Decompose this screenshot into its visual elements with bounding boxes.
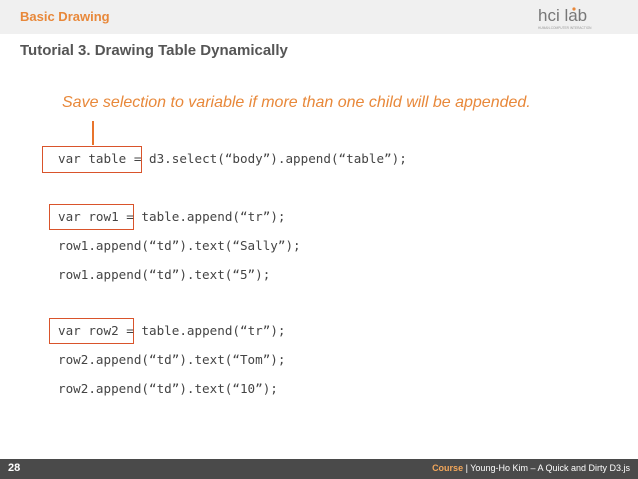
code-line-1: var table = d3.select(“body”).append(“ta… (58, 151, 407, 166)
slide-title: Tutorial 3. Drawing Table Dynamically (20, 42, 288, 59)
code-line-3: row1.append(“td”).text(“Sally”); (58, 238, 301, 253)
code-rest: = d3.select(“body”).append(“table”); (126, 151, 407, 166)
svg-text:hci lab: hci lab (538, 6, 587, 25)
hci-lab-logo: hci lab HUMAN-COMPUTER INTERACTION (538, 6, 592, 30)
code-var: var row2 (58, 323, 119, 338)
page-number: 28 (8, 462, 21, 474)
code-line-6: row2.append(“td”).text(“Tom”); (58, 352, 286, 367)
footer-bar: 28 Course | Young-Ho Kim – A Quick and D… (0, 459, 638, 479)
svg-text:HUMAN-COMPUTER INTERACTION: HUMAN-COMPUTER INTERACTION (538, 26, 592, 30)
note-text: Save selection to variable if more than … (62, 94, 531, 111)
code-rest: = table.append(“tr”); (118, 323, 286, 338)
course-info: Course | Young-Ho Kim – A Quick and Dirt… (432, 463, 630, 473)
course-detail: | Young-Ho Kim – A Quick and Dirty D3.js (463, 463, 630, 473)
code-rest: = table.append(“tr”); (118, 209, 286, 224)
code-var: var table (58, 151, 127, 166)
code-line-5: var row2 = table.append(“tr”); (58, 323, 285, 338)
section-label: Basic Drawing (20, 9, 110, 24)
code-line-2: var row1 = table.append(“tr”); (58, 209, 285, 224)
note-pointer (92, 121, 94, 145)
code-line-7: row2.append(“td”).text(“10”); (58, 381, 278, 396)
header-bar: Basic Drawing hci lab HUMAN-COMPUTER INT… (0, 0, 638, 34)
course-label: Course (432, 463, 464, 473)
code-line-4: row1.append(“td”).text(“5”); (58, 267, 271, 282)
code-var: var row1 (58, 209, 119, 224)
